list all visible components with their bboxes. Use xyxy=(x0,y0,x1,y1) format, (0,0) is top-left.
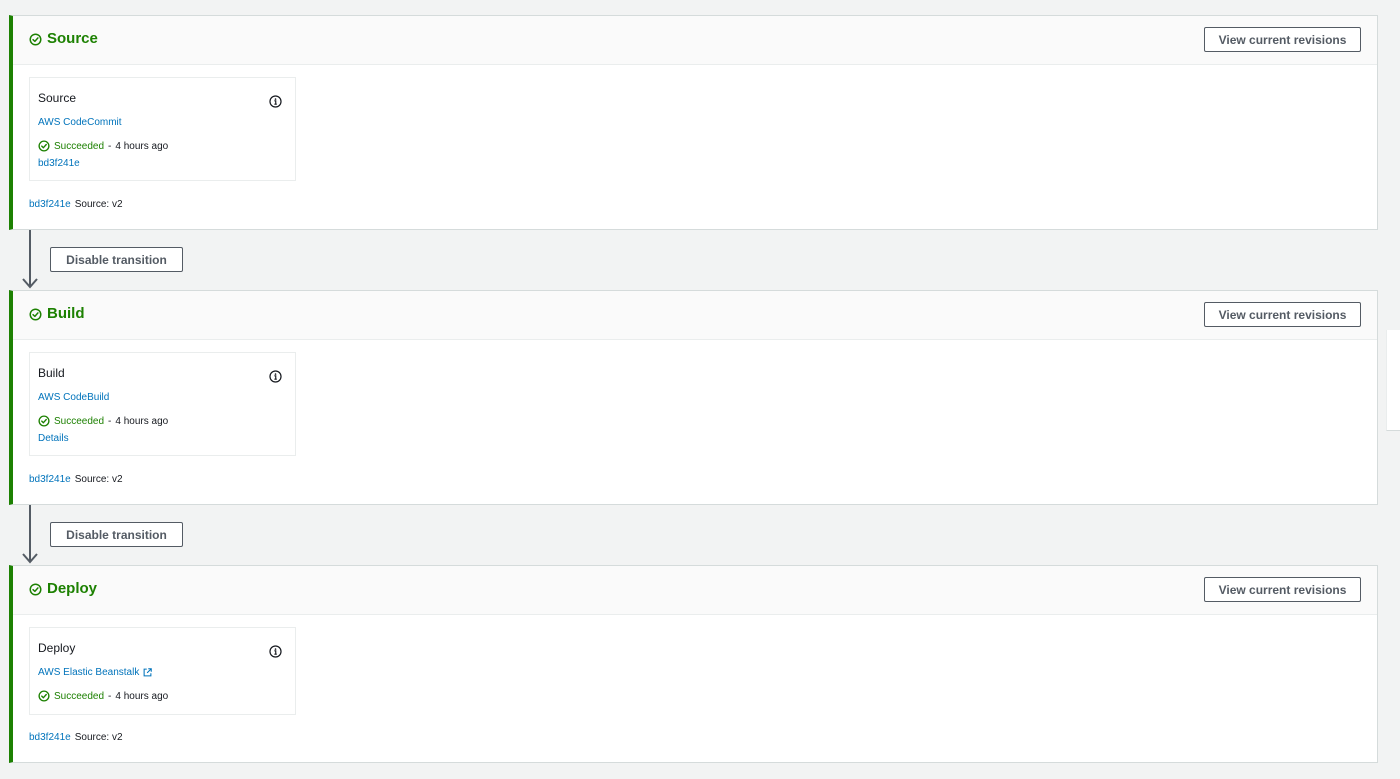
status-separator: - xyxy=(108,140,112,152)
status-separator: - xyxy=(108,690,112,702)
status-time: 4 hours ago xyxy=(115,415,169,427)
stage-revision: bd3f241e Source: v2 xyxy=(29,199,123,210)
view-current-revisions-button[interactable]: View current revisions xyxy=(1204,302,1361,327)
status-text: Succeeded xyxy=(54,140,105,152)
status-time: 4 hours ago xyxy=(115,690,169,702)
action-name: Build xyxy=(38,366,65,380)
stage-title-text: Deploy xyxy=(47,580,98,597)
action-status: Succeeded - 4 hours ago xyxy=(38,415,168,427)
stage-header: Build View current revisions xyxy=(13,291,1377,340)
status-time: 4 hours ago xyxy=(115,140,169,152)
revision-message: Source: v2 xyxy=(74,474,123,485)
stage-revision: bd3f241e Source: v2 xyxy=(29,474,123,485)
disable-transition-button[interactable]: Disable transition xyxy=(50,247,183,272)
stage-header: Deploy View current revisions xyxy=(13,566,1377,615)
action-name: Deploy xyxy=(38,641,76,655)
action-provider-link[interactable]: AWS Elastic Beanstalk xyxy=(38,667,153,678)
stage-title-text: Build xyxy=(47,305,85,322)
action-provider-link[interactable]: AWS CodeCommit xyxy=(38,117,122,128)
check-circle-icon xyxy=(38,140,50,152)
check-circle-icon xyxy=(29,307,42,321)
external-link-icon xyxy=(143,668,153,677)
details-link[interactable]: Details xyxy=(38,433,69,444)
check-circle-icon xyxy=(38,415,50,427)
action-card-build: Build AWS CodeBuild Succeeded - 4 hours … xyxy=(29,352,296,456)
info-icon[interactable] xyxy=(269,95,282,108)
revision-message: Source: v2 xyxy=(74,199,123,210)
action-card-deploy: Deploy AWS Elastic Beanstalk Succeeded -… xyxy=(29,627,296,715)
revision-id-link[interactable]: bd3f241e xyxy=(29,474,71,485)
provider-label[interactable]: AWS CodeBuild xyxy=(38,392,109,403)
stage-deploy: Deploy View current revisions Deploy AWS… xyxy=(9,565,1378,763)
action-name: Source xyxy=(38,91,77,105)
stage-build: Build View current revisions Build AWS C… xyxy=(9,290,1378,505)
action-card-source: Source AWS CodeCommit Succeeded - 4 hour… xyxy=(29,77,296,181)
check-circle-icon xyxy=(29,582,42,596)
side-panel-edge xyxy=(1386,330,1400,431)
info-icon[interactable] xyxy=(269,645,282,658)
revision-id-link[interactable]: bd3f241e xyxy=(29,732,71,743)
status-text: Succeeded xyxy=(54,690,105,702)
stage-title: Build xyxy=(29,305,85,323)
stage-header: Source View current revisions xyxy=(13,16,1377,65)
info-icon[interactable] xyxy=(269,370,282,383)
stage-revision: bd3f241e Source: v2 xyxy=(29,732,123,743)
stage-source: Source View current revisions Source AWS… xyxy=(9,15,1378,230)
arrow-down-icon xyxy=(22,505,38,564)
stage-title: Deploy xyxy=(29,580,97,598)
stage-title: Source xyxy=(29,30,98,48)
stage-title-text: Source xyxy=(47,30,98,47)
view-current-revisions-button[interactable]: View current revisions xyxy=(1204,577,1361,602)
check-circle-icon xyxy=(38,690,50,702)
view-current-revisions-button[interactable]: View current revisions xyxy=(1204,27,1361,52)
commit-id-link[interactable]: bd3f241e xyxy=(38,158,80,169)
revision-id-link[interactable]: bd3f241e xyxy=(29,199,71,210)
revision-message: Source: v2 xyxy=(74,732,123,743)
action-status: Succeeded - 4 hours ago xyxy=(38,140,168,152)
provider-label[interactable]: AWS Elastic Beanstalk xyxy=(38,667,139,678)
arrow-down-icon xyxy=(22,230,38,289)
action-provider-link[interactable]: AWS CodeBuild xyxy=(38,392,109,403)
disable-transition-button[interactable]: Disable transition xyxy=(50,522,183,547)
provider-label[interactable]: AWS CodeCommit xyxy=(38,117,122,128)
status-text: Succeeded xyxy=(54,415,105,427)
status-separator: - xyxy=(108,415,112,427)
check-circle-icon xyxy=(29,32,42,46)
action-status: Succeeded - 4 hours ago xyxy=(38,690,168,702)
